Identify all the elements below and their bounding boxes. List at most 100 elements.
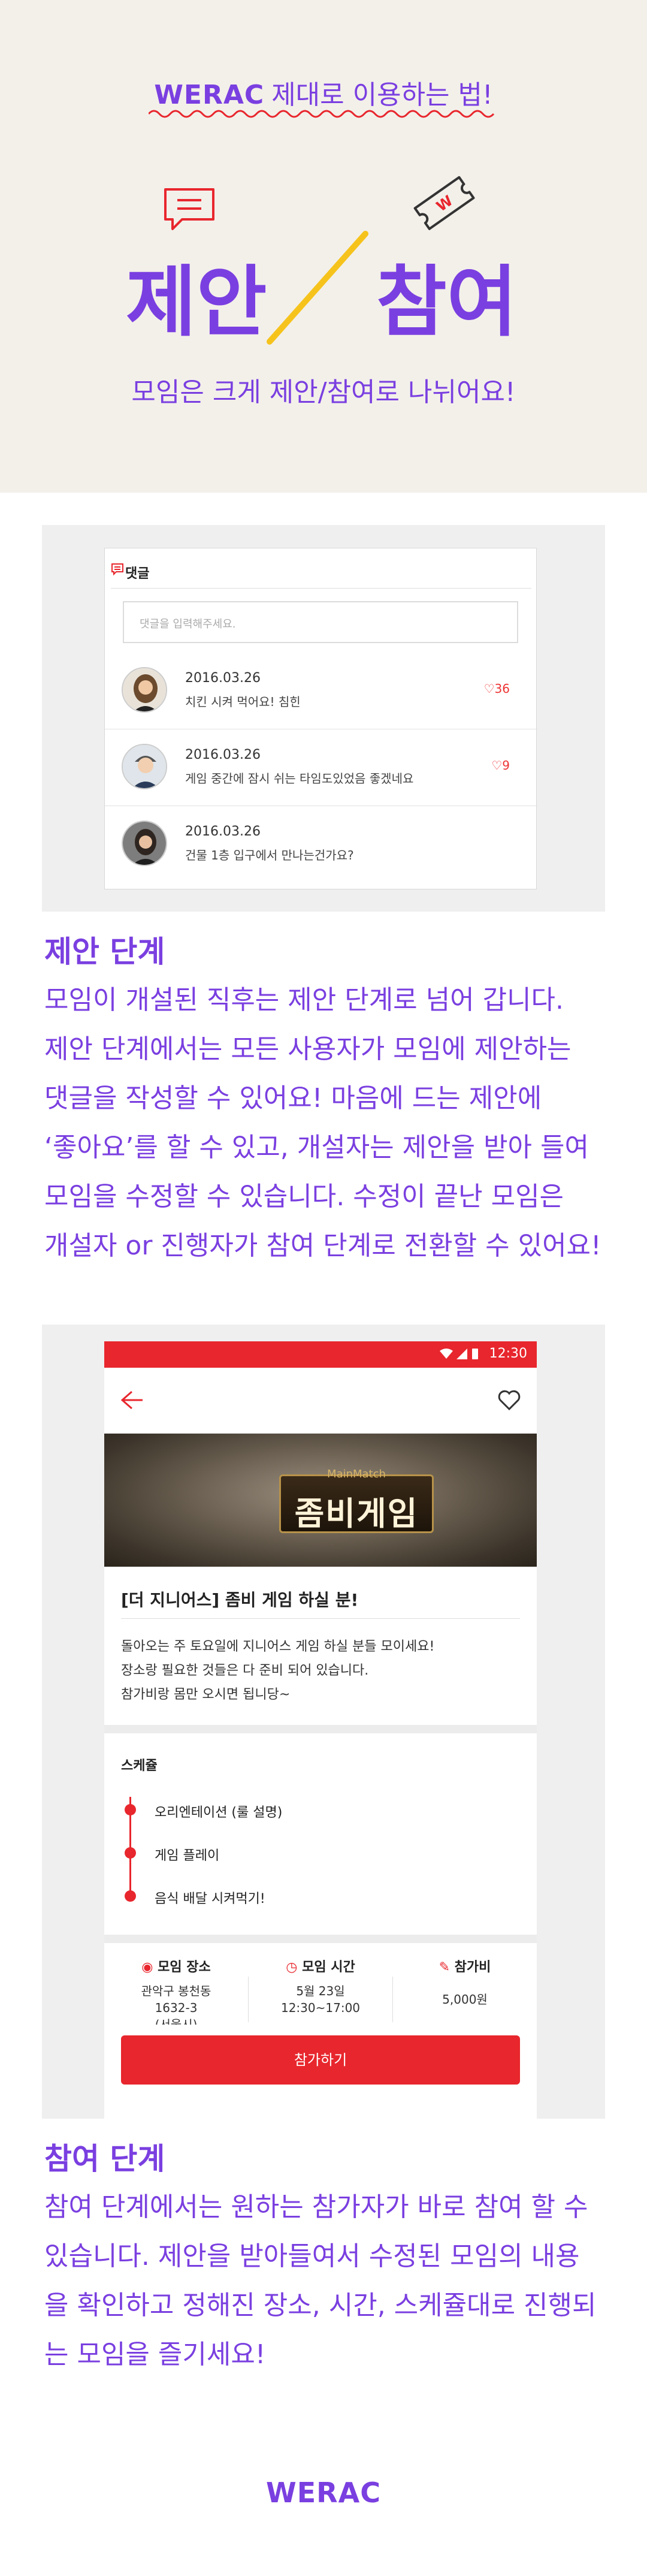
comment-input-placeholder: 댓글을 입력해주세요. (140, 618, 236, 631)
banner-top-text: MainMatch (327, 1468, 386, 1480)
paragraph-line: 댓글을 작성할 수 있어요! 마음에 드는 제안에 (44, 1083, 542, 1114)
schedule-label: 음식 배달 시켜먹기! (155, 1892, 265, 1907)
like-button[interactable]: ♡36 (484, 681, 510, 696)
comment-date: 2016.03.26 (185, 671, 261, 686)
page: WERAC 제대로 이용하는 법! W 제안 참여 모임은 크게 제안/참여로 나… (0, 0, 647, 2576)
slash-divider (267, 231, 368, 345)
timeline-dot (125, 1890, 136, 1902)
section-heading-propose: 제안 단계 (44, 934, 165, 969)
ticket-icon: ✎ (439, 1960, 455, 1975)
description-line: 참가비랑 몸만 오시면 됩니당~ (121, 1687, 291, 1702)
fee-heading-label: 참가비 (454, 1960, 491, 1975)
clock-icon: ◷ (286, 1960, 303, 1975)
comment-input[interactable]: 댓글을 입력해주세요. (123, 601, 518, 643)
place-heading: ◉ 모임 장소 (104, 1956, 248, 1975)
place-heading-label: 모임 장소 (158, 1960, 211, 1975)
hero-heading: WERAC 제대로 이용하는 법! (0, 73, 647, 111)
schedule-label: 오리엔테이션 (룰 설명) (155, 1805, 283, 1820)
comments-card: 댓글 댓글을 입력해주세요. 2016.03.26 치킨 시켜 먹어요! 침힌 … (104, 548, 537, 889)
hero-section: WERAC 제대로 이용하는 법! W 제안 참여 모임은 크게 제안/참여로 나… (0, 0, 647, 493)
chat-icon (164, 188, 214, 230)
description-line: 돌아오는 주 토요일에 지니어스 게임 하실 분들 모이세요! (121, 1639, 435, 1654)
divider (111, 588, 531, 589)
schedule-label: 게임 플레이 (155, 1848, 220, 1863)
comment-text: 게임 중간에 잠시 쉬는 타임도있었음 좋겠네요 (185, 771, 414, 786)
time-heading: ◷ 모임 시간 (249, 1956, 392, 1975)
time-value: 5월 23일 12:30~17:00 (249, 1983, 392, 2016)
event-description: 돌아오는 주 토요일에 지니어스 게임 하실 분들 모이세요! 장소랑 필요한 … (121, 1635, 516, 1707)
place-value: 관악구 봉천동 1632-3 (서울시) (104, 1983, 248, 2025)
hero-word-join: 참여 (376, 258, 518, 347)
divider (121, 1618, 520, 1619)
join-button[interactable]: 참가하기 (121, 2035, 520, 2085)
avatar (122, 821, 167, 866)
comment-item: 2016.03.26 건물 1층 입구에서 만나는건가요? (105, 806, 537, 883)
timeline-dot (125, 1804, 136, 1815)
comments-screenshot: 댓글 댓글을 입력해주세요. 2016.03.26 치킨 시켜 먹어요! 침힌 … (42, 525, 605, 912)
location-pin-icon: ◉ (141, 1960, 158, 1975)
hero-word-propose: 제안 (126, 258, 267, 347)
comment-date: 2016.03.26 (185, 824, 261, 839)
place-line: (서울시) (155, 2017, 198, 2025)
avatar (122, 667, 167, 713)
place-line: 관악구 봉천동 (141, 1984, 211, 1998)
back-arrow-icon[interactable] (120, 1389, 144, 1411)
paragraph-line: 있습니다. 제안을 받아들여서 수정된 모임의 내용 (44, 2241, 580, 2272)
section-gap (104, 1725, 537, 1733)
avatar (122, 744, 167, 789)
paragraph-line: 을 확인하고 정해진 장소, 시간, 스케쥴대로 진행되 (44, 2290, 597, 2321)
comments-title: 댓글 (125, 566, 150, 581)
timeline-dot (125, 1847, 136, 1859)
comment-text: 건물 1층 입구에서 만나는건가요? (185, 848, 354, 862)
game-banner: MainMatch 좀비게임 (279, 1468, 434, 1533)
time-line: 5월 23일 (296, 1984, 345, 1998)
paragraph-line: 는 모임을 즐기세요! (44, 2339, 266, 2370)
heart-icon: ♡ (483, 681, 495, 696)
like-count: 36 (494, 681, 510, 696)
status-bar: 12:30 (104, 1341, 537, 1368)
paragraph-line: 모임을 수정할 수 있습니다. 수정이 끝난 모임은 (44, 1181, 564, 1212)
info-place: ◉ 모임 장소 관악구 봉천동 1632-3 (서울시) (104, 1950, 248, 2025)
squiggle-underline (149, 110, 495, 118)
paragraph-line: ‘좋아요’를 할 수 있고, 개설자는 제안을 받아 들여 (44, 1132, 589, 1163)
section-gap (104, 1935, 537, 1943)
paragraph-line: 제안 단계에서는 모든 사용자가 모임에 제안하는 (44, 1034, 572, 1064)
paragraph-line: 참여 단계에서는 원하는 참가자가 바로 참여 할 수 (44, 2192, 588, 2222)
comment-icon (111, 563, 123, 576)
event-screenshot: 12:30 MainMatch 좀비게임 [더 지니어스] 좀비 게임 하실 분… (42, 1325, 605, 2119)
event-image: MainMatch 좀비게임 (104, 1434, 537, 1567)
like-button[interactable]: ♡9 (491, 758, 510, 773)
time-line: 12:30~17:00 (280, 2001, 361, 2015)
paragraph-line: 개설자 or 진행자가 참여 단계로 전환할 수 있어요! (44, 1230, 601, 1261)
hero-brand: WERAC (154, 80, 265, 110)
time-heading-label: 모임 시간 (302, 1960, 355, 1975)
heart-icon: ♡ (491, 758, 503, 773)
fee-heading: ✎ 참가비 (393, 1956, 537, 1975)
phone-screen: 12:30 MainMatch 좀비게임 [더 지니어스] 좀비 게임 하실 분… (104, 1341, 537, 2119)
like-count: 9 (502, 758, 510, 773)
footer-logo: WERAC (266, 2477, 381, 2509)
ticket-icon: W (413, 176, 475, 230)
info-fee: ✎ 참가비 5,000원 (393, 1950, 537, 2022)
place-line: 1632-3 (155, 2001, 198, 2015)
favorite-heart-icon[interactable] (497, 1389, 521, 1411)
section-heading-join: 참여 단계 (44, 2141, 165, 2176)
hero-heading-text: 제대로 이용하는 법! (271, 80, 493, 110)
comment-item: 2016.03.26 치킨 시켜 먹어요! 침힌 ♡36 (105, 653, 537, 729)
paragraph-line: 모임이 개설된 직후는 제안 단계로 넘어 갑니다. (44, 985, 564, 1015)
comment-text: 치킨 시켜 먹어요! 침힌 (185, 695, 301, 709)
comment-date: 2016.03.26 (185, 747, 261, 762)
section-paragraph-join: 참여 단계에서는 원하는 참가자가 바로 참여 할 수 있습니다. 제안을 받아… (44, 2183, 619, 2379)
description-line: 장소랑 필요한 것들은 다 준비 되어 있습니다. (121, 1663, 369, 1678)
section-paragraph-propose: 모임이 개설된 직후는 제안 단계로 넘어 갑니다. 제안 단계에서는 모든 사… (44, 976, 619, 1271)
schedule-title: 스케쥴 (121, 1758, 158, 1773)
event-info-row: ◉ 모임 장소 관악구 봉천동 1632-3 (서울시) ◷ 모임 시간 5월 … (104, 1950, 537, 2025)
fee-value: 5,000원 (442, 1992, 488, 2007)
event-title: [더 지니어스] 좀비 게임 하실 분! (121, 1590, 359, 1610)
status-time: 12:30 (489, 1346, 527, 1361)
app-bar (104, 1368, 537, 1434)
banner-title: 좀비게임 (294, 1495, 419, 1533)
comment-item: 2016.03.26 게임 중간에 잠시 쉬는 타임도있었음 좋겠네요 ♡9 (105, 729, 537, 806)
info-time: ◷ 모임 시간 5월 23일 12:30~17:00 (249, 1950, 392, 2022)
hero-subtitle: 모임은 크게 제안/참여로 나뉘어요! (131, 377, 516, 408)
